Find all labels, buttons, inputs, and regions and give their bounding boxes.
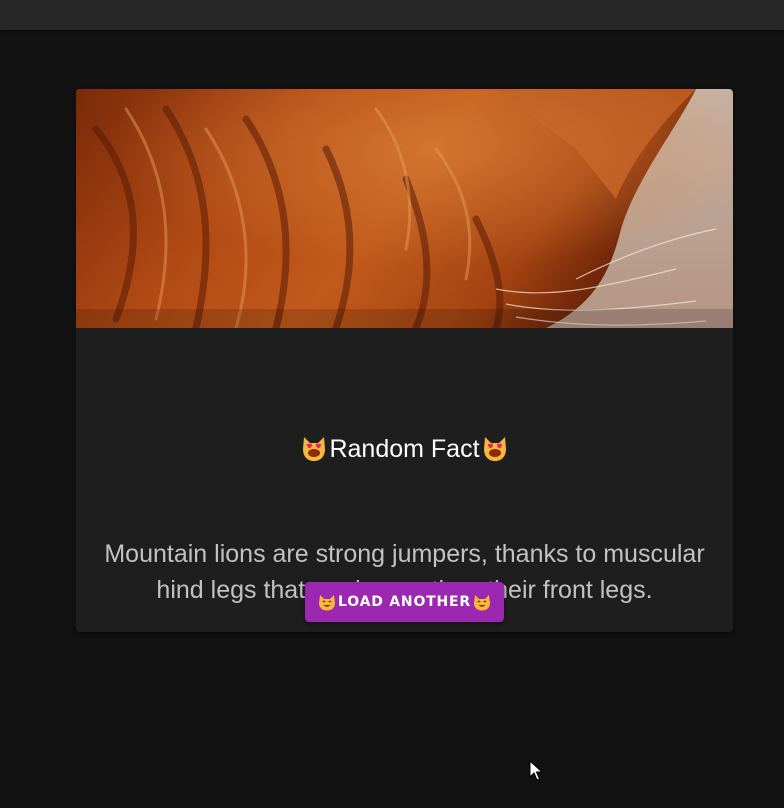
smiling-cat-icon [317, 592, 337, 612]
cat-image [76, 89, 733, 328]
load-another-label: LOAD ANOTHER [338, 594, 471, 610]
card-title-text: Random Fact [329, 435, 480, 463]
heart-eyes-cat-icon [299, 433, 329, 463]
mouse-cursor-icon [529, 759, 544, 782]
heart-eyes-cat-icon [480, 433, 510, 463]
fact-card: Random Fact Mountain lions are strong ju… [76, 89, 733, 632]
app-bar [0, 0, 784, 30]
load-another-button[interactable]: LOAD ANOTHER [305, 582, 504, 622]
card-title: Random Fact [76, 434, 733, 465]
smiling-cat-icon [472, 592, 492, 612]
